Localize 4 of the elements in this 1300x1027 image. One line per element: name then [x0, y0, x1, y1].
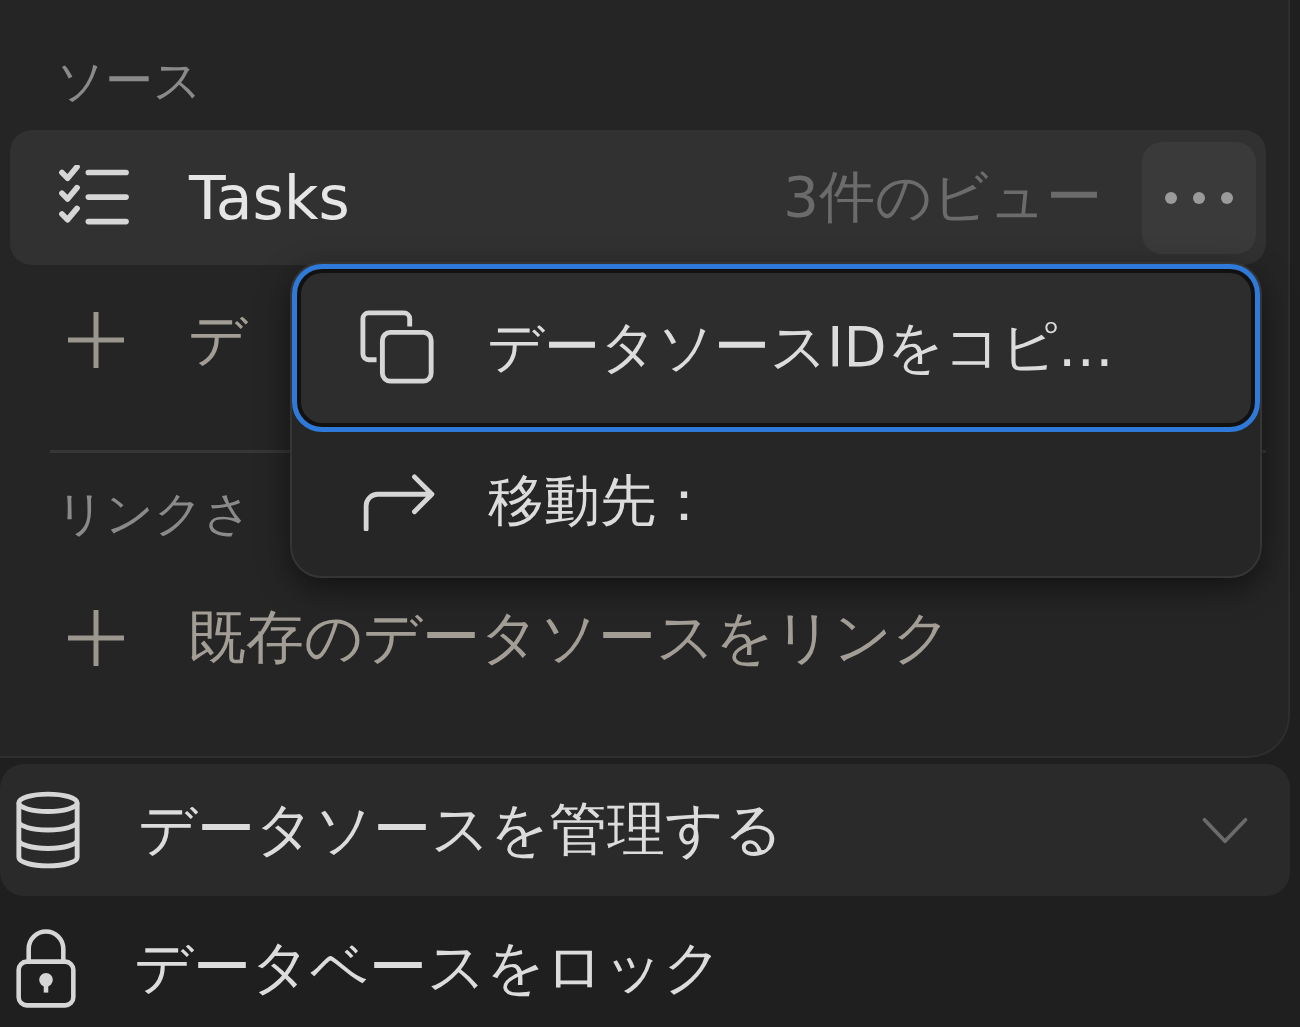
section-heading: リンクさ	[56, 484, 252, 543]
data-source-name: Tasks	[189, 162, 351, 233]
view-count: 3件のビュー	[783, 162, 1102, 231]
section-heading: ソース	[56, 51, 202, 110]
